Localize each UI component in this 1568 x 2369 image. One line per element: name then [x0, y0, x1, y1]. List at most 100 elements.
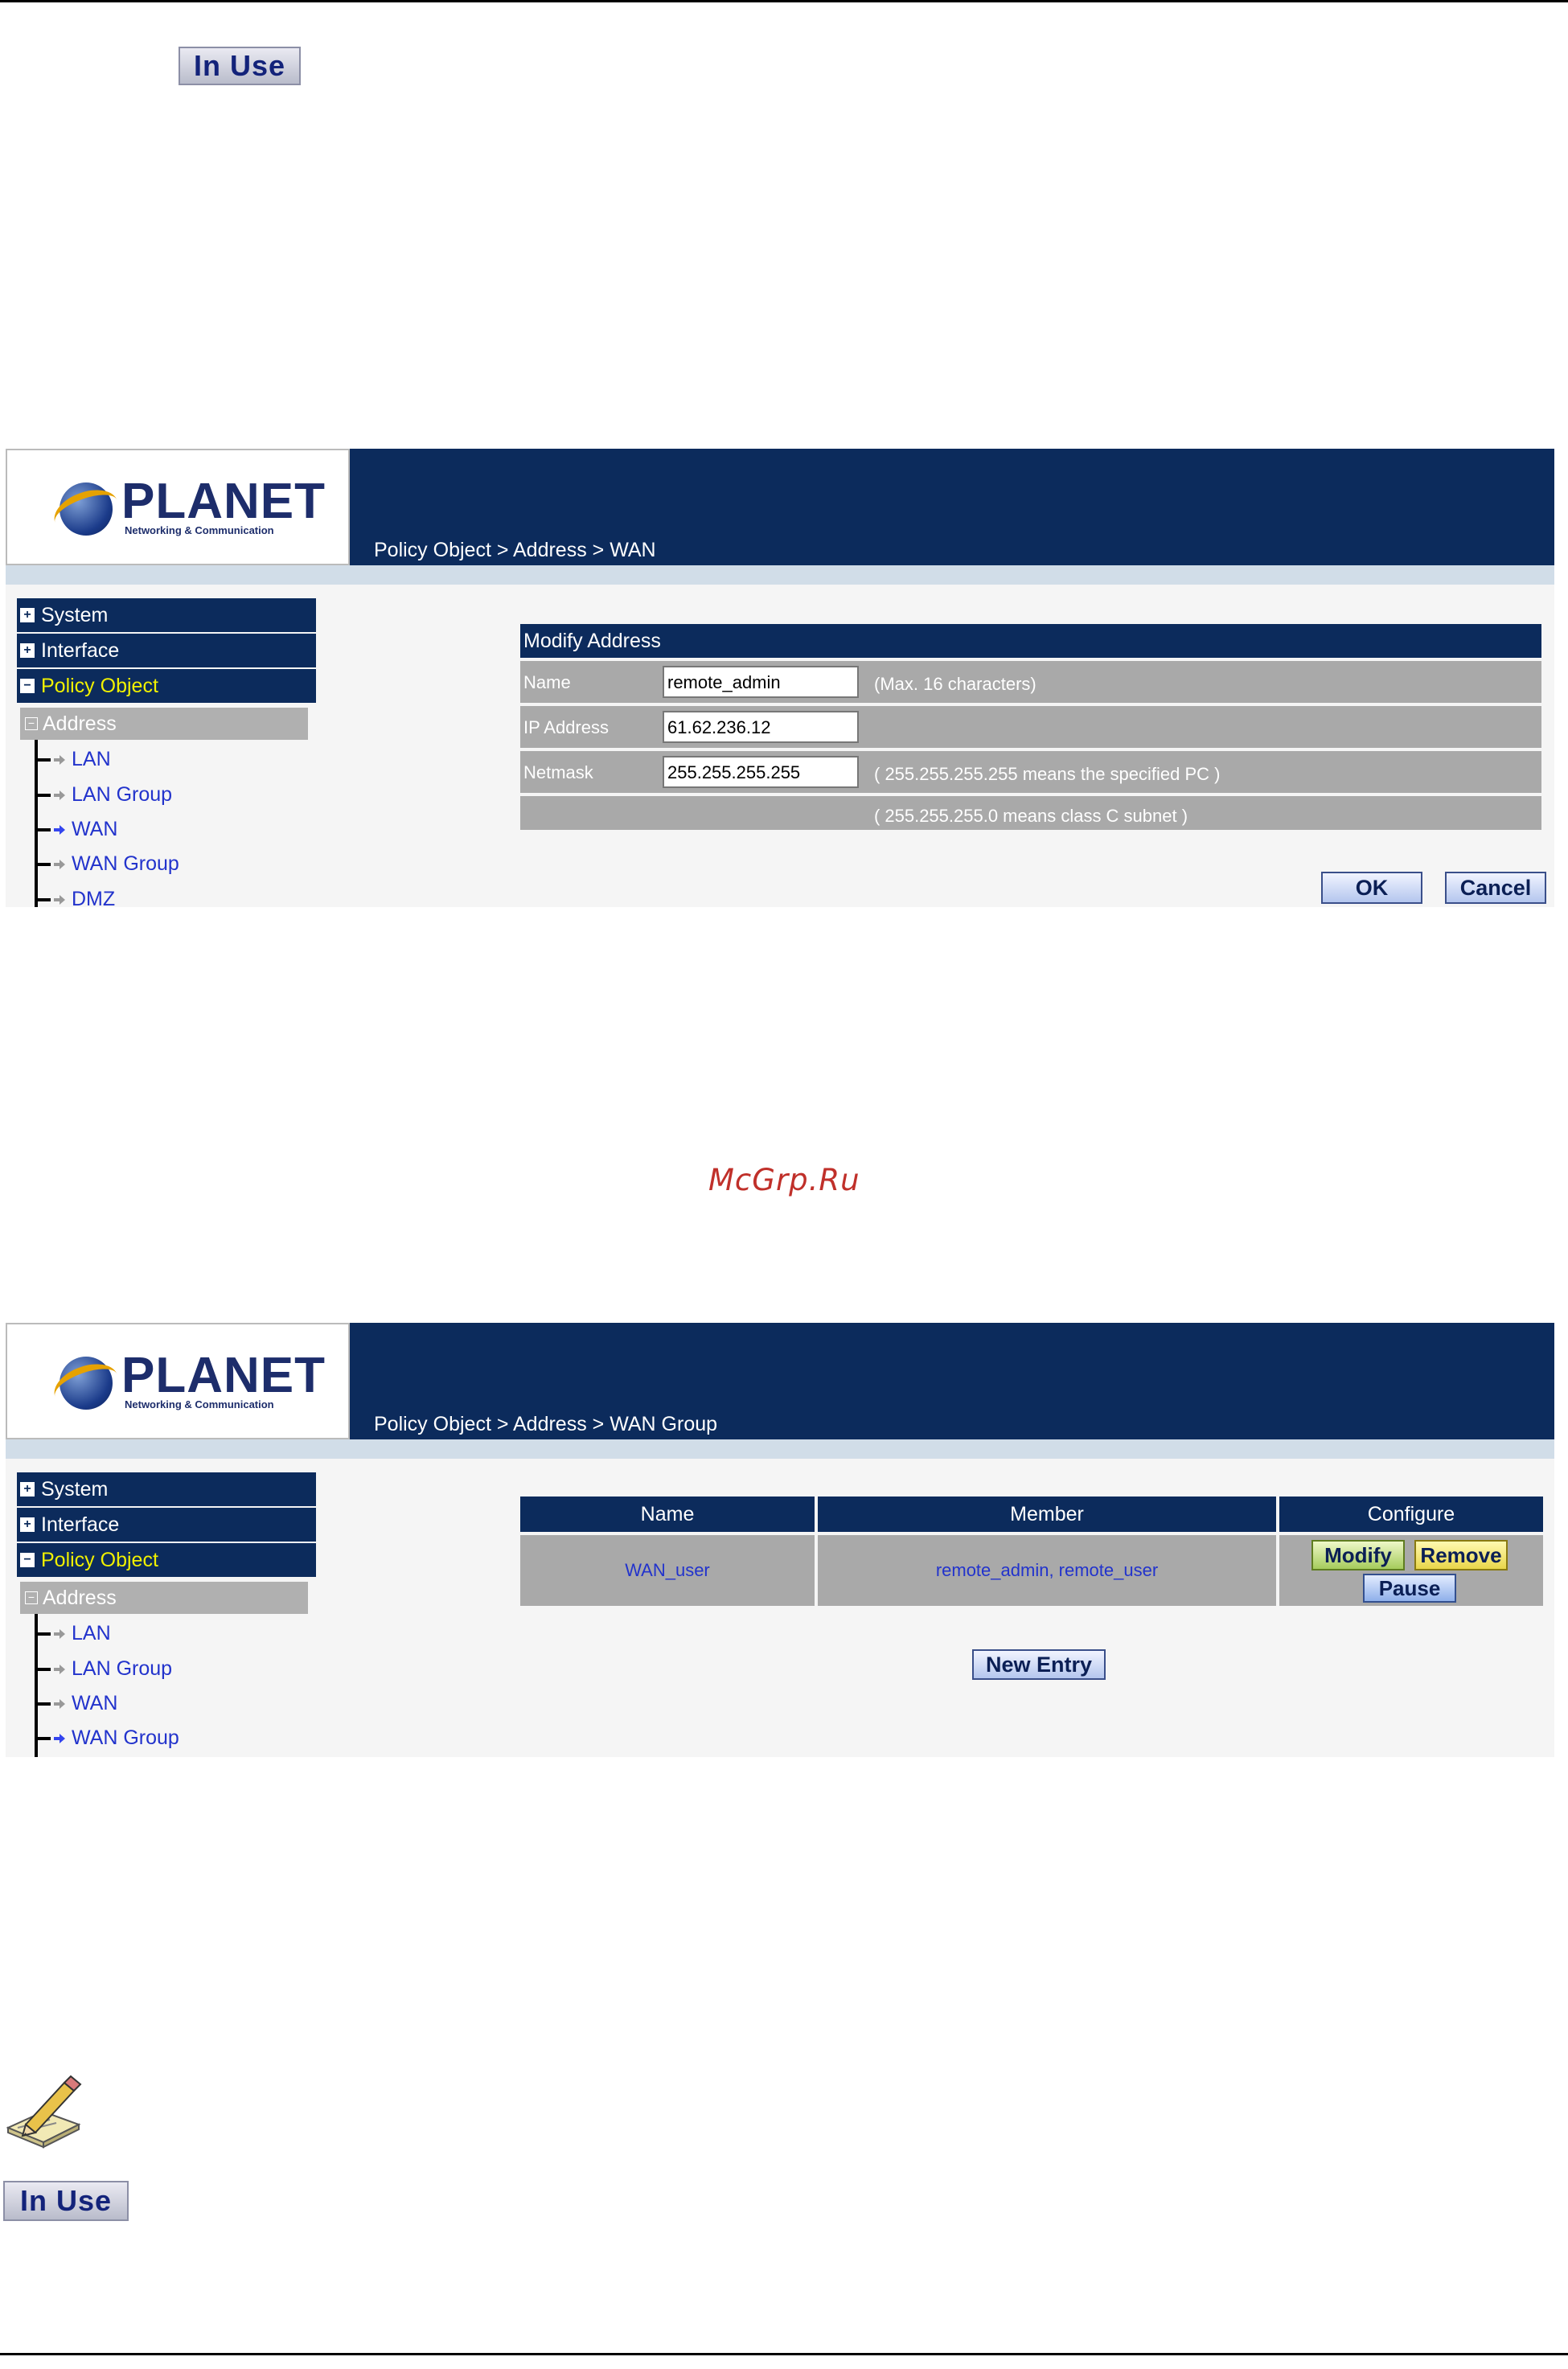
nav-interface[interactable]: + Interface — [17, 634, 316, 667]
note-pencil-icon — [6, 2075, 82, 2149]
nav-label: Interface — [41, 1513, 120, 1536]
collapse-minus-icon: − — [20, 1553, 35, 1567]
subnav-label: LAN — [72, 748, 111, 770]
subnav-lan[interactable]: LAN — [35, 748, 111, 771]
bottom-rule — [0, 2353, 1568, 2355]
arrow-right-icon — [54, 824, 65, 835]
arrow-right-icon — [54, 859, 65, 869]
nav-label: Policy Object — [41, 674, 158, 697]
modify-button[interactable]: Modify — [1311, 1540, 1405, 1570]
logo-subtitle: Networking & Communication — [125, 1398, 274, 1410]
form-title: Modify Address — [520, 624, 1541, 658]
subnav-wan[interactable]: WAN — [35, 1692, 117, 1715]
nav-interface[interactable]: + Interface — [17, 1508, 316, 1542]
nav-system[interactable]: + System — [17, 598, 316, 632]
subnav-label: DMZ — [72, 888, 116, 907]
field-hint: (Max. 16 characters) — [874, 674, 1036, 694]
cell-configure: Modify Remove Pause — [1279, 1535, 1543, 1606]
field-label: IP Address — [523, 717, 609, 737]
tree-branch — [35, 862, 51, 866]
watermark-text: McGrp.Ru — [708, 1163, 860, 1197]
header-subband — [6, 1439, 1554, 1459]
nav-label: Address — [43, 712, 117, 735]
subnav-lan-group[interactable]: LAN Group — [35, 783, 172, 807]
field-hint: ( 255.255.255.255 means the specified PC… — [874, 764, 1221, 784]
subnav-wan-group[interactable]: WAN Group — [35, 1726, 179, 1750]
wan-group-table: Name Member Configure WAN_user remote_ad… — [520, 1497, 1543, 1609]
tree-branch — [35, 897, 51, 901]
nav-label: Policy Object — [41, 1548, 158, 1571]
field-label: Name — [523, 672, 571, 692]
column-header-member: Member — [818, 1497, 1276, 1532]
subnav-wan[interactable]: WAN — [35, 818, 117, 841]
screenshot-wan-group: PLANET Networking & Communication Policy… — [6, 1323, 1554, 1757]
nav-system[interactable]: + System — [17, 1472, 316, 1506]
new-entry-button[interactable]: New Entry — [972, 1649, 1106, 1680]
top-rule — [0, 0, 1568, 2]
logo-subtitle: Networking & Communication — [125, 524, 274, 536]
subnav-lan-group[interactable]: LAN Group — [35, 1657, 172, 1681]
expand-plus-icon: + — [20, 643, 35, 658]
subnav-label: WAN Group — [72, 1726, 179, 1749]
arrow-right-icon — [54, 1733, 65, 1743]
tree-branch — [35, 1736, 51, 1740]
name-input[interactable]: remote_admin — [663, 666, 859, 698]
header-band: Policy Object > Address > WAN — [350, 449, 1554, 565]
remove-button[interactable]: Remove — [1414, 1540, 1508, 1570]
arrow-right-icon — [54, 754, 65, 765]
arrow-right-icon — [54, 1664, 65, 1674]
tree-branch — [35, 1632, 51, 1636]
ok-button[interactable]: OK — [1321, 872, 1422, 904]
field-hint: ( 255.255.255.0 means class C subnet ) — [873, 806, 1188, 826]
nav-address[interactable]: − Address — [20, 1582, 308, 1614]
arrow-right-icon — [54, 894, 65, 905]
nav-address[interactable]: − Address — [20, 708, 308, 740]
arrow-right-icon — [54, 1628, 65, 1639]
subnav-label: WAN — [72, 818, 118, 840]
tree-branch — [35, 827, 51, 831]
subnav-label: LAN Group — [72, 1657, 173, 1680]
expand-plus-icon: + — [20, 608, 35, 622]
cell-member[interactable]: remote_admin, remote_user — [818, 1535, 1276, 1606]
logo-text: PLANET — [121, 474, 326, 529]
collapse-minus-icon: − — [25, 717, 38, 730]
expand-plus-icon: + — [20, 1482, 35, 1497]
netmask-input[interactable]: 255.255.255.255 — [663, 756, 859, 788]
subnav-dmz[interactable]: DMZ — [35, 888, 115, 907]
nav-policy-object[interactable]: − Policy Object — [17, 1543, 316, 1577]
in-use-button-image-bottom: In Use — [3, 2181, 129, 2221]
nav-label: Interface — [41, 638, 120, 662]
collapse-minus-icon: − — [25, 1591, 38, 1604]
subnav-wan-group[interactable]: WAN Group — [35, 852, 179, 876]
cancel-button[interactable]: Cancel — [1445, 872, 1546, 904]
pause-button[interactable]: Pause — [1363, 1574, 1456, 1603]
screenshot-modify-address: PLANET Networking & Communication Policy… — [6, 449, 1554, 907]
expand-plus-icon: + — [20, 1517, 35, 1532]
logo-text: PLANET — [121, 1348, 326, 1403]
planet-logo: PLANET Networking & Communication — [6, 1323, 350, 1439]
nav-policy-object[interactable]: − Policy Object — [17, 669, 316, 703]
tree-branch — [35, 1702, 51, 1706]
subnav-lan[interactable]: LAN — [35, 1622, 111, 1645]
subnav-label: WAN — [72, 1692, 118, 1714]
subnav-label: WAN Group — [72, 852, 179, 875]
form-row-name: Name remote_admin (Max. 16 characters) — [520, 661, 1541, 703]
arrow-right-icon — [54, 790, 65, 800]
column-header-configure: Configure — [1279, 1497, 1543, 1532]
subnav-label: LAN Group — [72, 783, 173, 806]
field-label: Netmask — [523, 762, 593, 782]
breadcrumb: Policy Object > Address > WAN — [374, 539, 656, 561]
ip-address-input[interactable]: 61.62.236.12 — [663, 711, 859, 743]
planet-logo: PLANET Networking & Communication — [6, 449, 350, 565]
nav-label: Address — [43, 1586, 117, 1609]
header-band: Policy Object > Address > WAN Group — [350, 1323, 1554, 1439]
cell-name[interactable]: WAN_user — [520, 1535, 815, 1606]
form-row-ip-address: IP Address 61.62.236.12 — [520, 706, 1541, 748]
tree-branch — [35, 793, 51, 797]
form-row-extra-hint: ( 255.255.255.0 means class C subnet ) — [520, 796, 1541, 830]
subnav-label: LAN — [72, 1622, 111, 1644]
column-header-name: Name — [520, 1497, 815, 1532]
breadcrumb: Policy Object > Address > WAN Group — [374, 1413, 718, 1435]
tree-branch — [35, 1667, 51, 1671]
header-subband — [6, 565, 1554, 585]
